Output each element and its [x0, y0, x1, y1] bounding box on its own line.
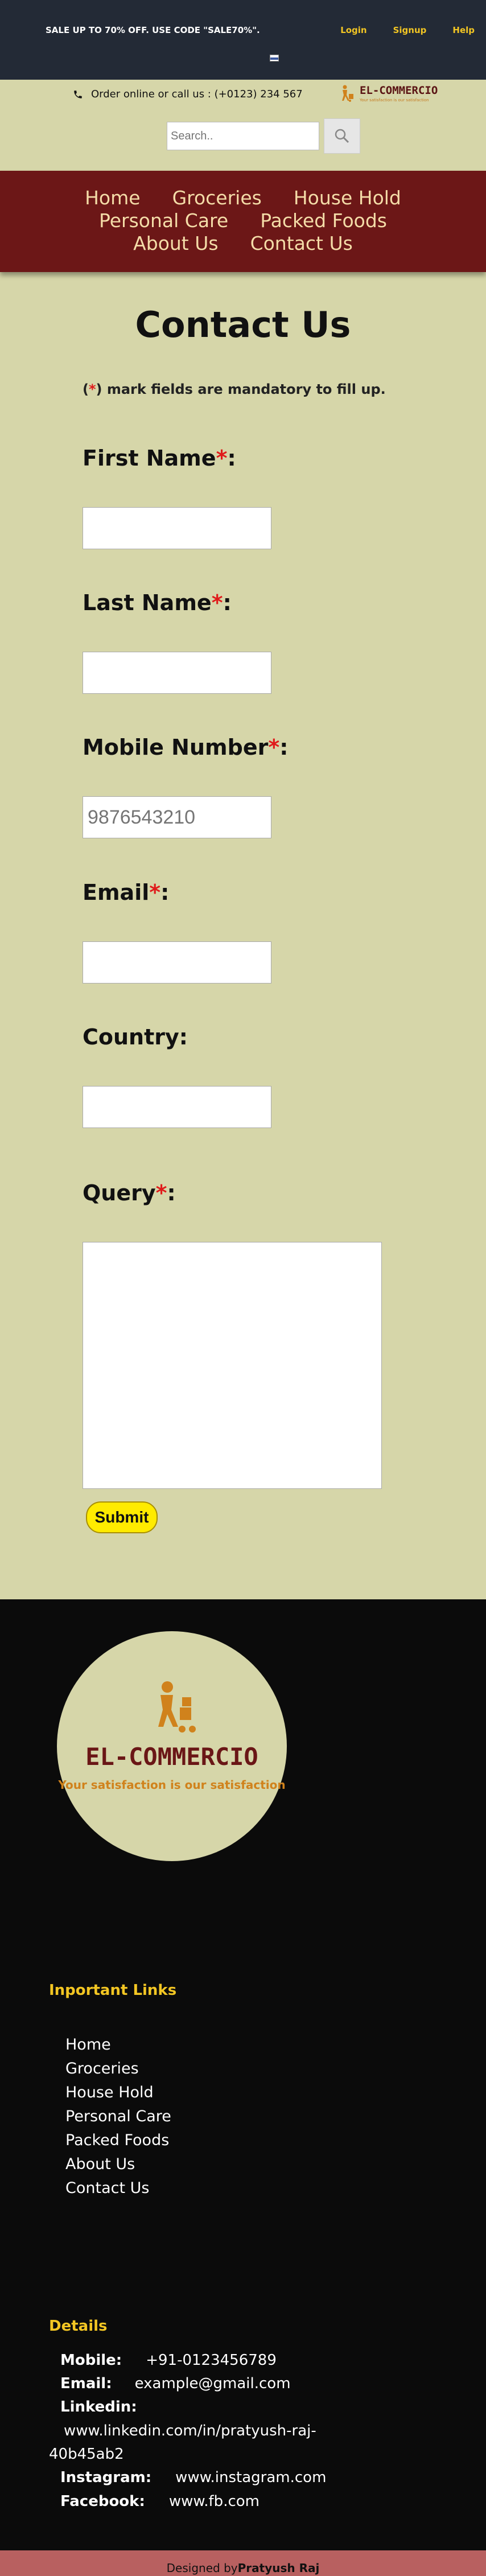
nav-item-about-us[interactable]: About Us — [133, 232, 218, 255]
detail-linkedin-value-cont[interactable]: 40b45ab2 — [49, 2446, 124, 2463]
phone-contact: Order online or call us : (+0123) 234 56… — [73, 88, 303, 100]
header: Order online or call us : (+0123) 234 56… — [0, 80, 486, 171]
nav-item-house-hold[interactable]: House Hold — [294, 187, 401, 209]
footer-link-contact-us[interactable]: Contact Us — [65, 2176, 171, 2200]
footer-logo-slogan: Your satisfaction is our satisfaction — [58, 1778, 286, 1792]
logo-title: EL-COMMERCIO — [360, 84, 438, 97]
footer: EL-COMMERCIO Your satisfaction is our sa… — [0, 1599, 486, 2550]
nav-item-packed-foods[interactable]: Packed Foods — [260, 209, 387, 232]
query-textarea[interactable] — [83, 1242, 382, 1489]
search-bar — [167, 118, 360, 154]
first-name-label: First Name*: — [83, 446, 236, 471]
nav-item-groceries[interactable]: Groceries — [172, 187, 262, 209]
country-input[interactable] — [83, 1086, 271, 1128]
site-logo[interactable]: EL-COMMERCIO Your satisfaction is our sa… — [337, 84, 438, 104]
submit-button[interactable]: Submit — [86, 1501, 158, 1533]
logo-tagline: Your satisfaction is our satisfaction — [360, 98, 429, 102]
search-input[interactable] — [167, 122, 319, 150]
detail-instagram: Instagram: www.instagram.com — [60, 2469, 327, 2486]
help-link[interactable]: Help — [452, 25, 475, 35]
mobile-number-input[interactable] — [83, 796, 271, 838]
footer-link-groceries[interactable]: Groceries — [65, 2057, 171, 2081]
main-nav: Home Groceries House Hold Personal Care … — [0, 171, 486, 272]
last-name-label: Last Name*: — [83, 590, 232, 615]
phone-text: Order online or call us : (+0123) 234 56… — [91, 88, 303, 100]
email-input[interactable] — [83, 941, 271, 984]
account-links: Login Signup Help — [340, 25, 475, 35]
footer-link-about-us[interactable]: About Us — [65, 2153, 171, 2176]
page-title: Contact Us — [135, 304, 351, 345]
search-button[interactable] — [324, 118, 360, 154]
important-links-title: Inportant Links — [49, 1982, 177, 1999]
credits-bar: Designed by Pratyush Raj — [0, 2550, 486, 2576]
footer-link-personal-care[interactable]: Personal Care — [65, 2105, 171, 2129]
email-label: Email*: — [83, 880, 170, 905]
nav-item-home[interactable]: Home — [85, 187, 140, 209]
delivery-person-icon — [342, 85, 353, 102]
first-name-input[interactable] — [83, 507, 271, 549]
designer-name: Pratyush Raj — [237, 2561, 320, 2575]
sale-banner-text: SALE UP TO 70% OFF. USE CODE "SALE70%". — [46, 25, 260, 35]
delivery-person-icon — [158, 1681, 196, 1733]
important-links-list: Home Groceries House Hold Personal Care … — [65, 2033, 171, 2200]
top-bar: SALE UP TO 70% OFF. USE CODE "SALE70%". … — [0, 0, 486, 80]
footer-link-packed-foods[interactable]: Packed Foods — [65, 2129, 171, 2153]
login-link[interactable]: Login — [340, 25, 366, 35]
signup-link[interactable]: Signup — [393, 25, 427, 35]
last-name-input[interactable] — [83, 652, 271, 694]
required-star: * — [88, 381, 96, 397]
contact-form-section: Contact Us (*) mark fields are mandatory… — [0, 272, 486, 1599]
mobile-number-label: Mobile Number*: — [83, 735, 289, 760]
nav-item-personal-care[interactable]: Personal Care — [99, 209, 228, 232]
mandatory-note: (*) mark fields are mandatory to fill up… — [83, 381, 386, 397]
footer-logo: EL-COMMERCIO Your satisfaction is our sa… — [57, 1631, 287, 1861]
footer-logo-title: EL-COMMERCIO — [85, 1743, 258, 1771]
detail-linkedin: Linkedin: — [60, 2398, 137, 2415]
detail-mobile: Mobile: +91-0123456789 — [60, 2352, 277, 2369]
query-label: Query*: — [83, 1180, 176, 1205]
detail-email: Email: example@gmail.com — [60, 2375, 291, 2392]
nav-item-contact-us[interactable]: Contact Us — [250, 232, 353, 255]
footer-link-home[interactable]: Home — [65, 2033, 171, 2057]
language-flag-icon[interactable] — [270, 55, 279, 61]
search-icon — [335, 129, 349, 143]
designed-by-text: Designed by — [166, 2561, 238, 2575]
phone-icon — [74, 90, 82, 98]
country-label: Country: — [83, 1024, 188, 1050]
detail-linkedin-value[interactable]: www.linkedin.com/in/pratyush-raj- — [64, 2422, 316, 2439]
details-title: Details — [49, 2318, 108, 2335]
footer-link-house-hold[interactable]: House Hold — [65, 2081, 171, 2105]
detail-facebook: Facebook: www.fb.com — [60, 2493, 260, 2510]
